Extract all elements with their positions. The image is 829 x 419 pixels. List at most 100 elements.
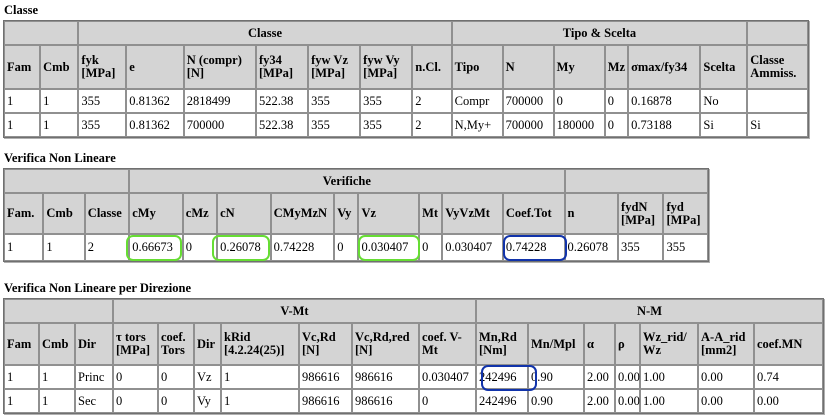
col-header: Classe (84, 193, 130, 234)
cell: 0 (182, 234, 218, 261)
cell: 0.73188 (628, 113, 701, 137)
cell: 0.00 (615, 389, 640, 413)
cell: 986616 (299, 389, 352, 413)
group-header-empty-right (564, 169, 708, 193)
group-header-tipo-scelta: Tipo & Scelta (451, 21, 748, 45)
classe-table: Classe Tipo & Scelta Fam Cmb fyk [MPa] e… (3, 20, 809, 138)
cell: Vy (194, 389, 221, 413)
cell: Si (747, 113, 808, 137)
cell: 0.26078 (217, 234, 271, 261)
col-header: Mt (419, 193, 443, 234)
cell: 355 (78, 113, 127, 137)
cell: 0 (604, 113, 629, 137)
col-header: Fam (4, 45, 41, 89)
cell: 0 (113, 365, 158, 389)
cell: 1 (4, 365, 39, 389)
cell: 0 (419, 234, 443, 261)
cell: 0.26078 (564, 234, 619, 261)
cell: 242496 (476, 389, 528, 413)
cell: 2.00 (584, 365, 615, 389)
col-header: σmax/fy34 (628, 45, 701, 89)
table-row: 1 1 2 0.66673 0 0.26078 0.74228 0 0.0304… (4, 234, 708, 261)
column-header-row: Fam Cmb Dir τ tors [MPa] coef. Tors Dir … (4, 323, 824, 365)
cell: Si (700, 113, 748, 137)
col-header: kRid [4.2.24(25)] (221, 323, 299, 365)
verifica-per-direzione-table: V-Mt N-M Fam Cmb Dir τ tors [MPa] coef. … (3, 298, 825, 414)
cell: 0.74228 (502, 234, 565, 261)
cell: 0.00 (698, 365, 754, 389)
table-row: 1 1 355 0.81362 2818499 522.38 355 355 2… (4, 89, 808, 113)
col-header: cN (217, 193, 271, 234)
cell: 0 (113, 389, 158, 413)
verifica-per-direzione-title: Verifica Non Lineare per Direzione (4, 281, 192, 295)
cell: 0.74 (754, 365, 824, 389)
col-header: Fam. (4, 193, 44, 234)
cell: 0.16878 (628, 89, 701, 113)
cell: 355 (360, 89, 413, 113)
cell: Compr (451, 89, 503, 113)
cell: 0.00 (754, 389, 824, 413)
cell: 355 (360, 113, 413, 137)
cell: 0.030407 (419, 365, 476, 389)
cell: 986616 (352, 365, 419, 389)
cell: 355 (308, 89, 361, 113)
cell: 1.00 (640, 365, 698, 389)
cell: Princ (75, 365, 113, 389)
cell: 2 (412, 113, 452, 137)
cell: 0.81362 (126, 89, 184, 113)
col-header: Cmb (43, 193, 85, 234)
cell: 700000 (502, 113, 554, 137)
col-header: Mz (604, 45, 629, 89)
col-header: Wz_rid/ Wz (640, 323, 698, 365)
cell: 2 (412, 89, 452, 113)
cell: 1 (221, 389, 299, 413)
col-header: Classe Ammiss. (747, 45, 808, 89)
col-header: τ tors [MPa] (113, 323, 158, 365)
cell: 1 (43, 234, 85, 261)
col-header: fyw Vy [MPa] (360, 45, 413, 89)
col-header: Dir (194, 323, 221, 365)
cell: 1 (4, 234, 44, 261)
cell: 1 (40, 113, 79, 137)
col-header: cMy (129, 193, 183, 234)
cell: 2818499 (183, 89, 256, 113)
col-header: VyVzMt (442, 193, 503, 234)
cell: 522.38 (255, 113, 309, 137)
cell: 0.90 (528, 389, 584, 413)
cell: 0.00 (615, 365, 640, 389)
cell: 0 (419, 389, 476, 413)
cell: 2 (84, 234, 130, 261)
col-header: Vy (334, 193, 359, 234)
col-header: fyk [MPa] (78, 45, 127, 89)
col-header: Coef.Tot (502, 193, 565, 234)
col-header: Cmb (39, 323, 75, 365)
cell: 700000 (183, 113, 256, 137)
col-header: n.Cl. (412, 45, 452, 89)
col-header: e (126, 45, 184, 89)
col-header: Dir (75, 323, 113, 365)
cell: No (700, 89, 748, 113)
cell: 0.030407 (358, 234, 420, 261)
cell: 522.38 (255, 89, 309, 113)
cell: 242496 (476, 365, 528, 389)
cell: 2.00 (584, 389, 615, 413)
cell: Vz (194, 365, 221, 389)
group-header-verifiche: Verifiche (129, 169, 565, 193)
column-header-row: Fam Cmb fyk [MPa] e N (compr) [N] fy34 [… (4, 45, 808, 89)
col-header: Vc,Rd [N] (299, 323, 352, 365)
col-header: Vc,Rd,red [N] (352, 323, 419, 365)
cell: 0.90 (528, 365, 584, 389)
cell: 180000 (553, 113, 605, 137)
cell: 0 (334, 234, 359, 261)
col-header: Fam (4, 323, 39, 365)
col-header: Vz (358, 193, 420, 234)
cell: 0 (604, 89, 629, 113)
cell: 0 (158, 365, 194, 389)
cell: 0.00 (698, 389, 754, 413)
col-header: CMyMzN (270, 193, 335, 234)
table-row: 1 1 Princ 0 0 Vz 1 986616 986616 0.03040… (4, 365, 824, 389)
group-header-classe: Classe (78, 21, 452, 45)
cell: 986616 (299, 365, 352, 389)
verifica-non-lineare-table: Verifiche Fam. Cmb Classe cMy cMz cN CMy… (3, 168, 709, 262)
cell: 1 (40, 89, 79, 113)
